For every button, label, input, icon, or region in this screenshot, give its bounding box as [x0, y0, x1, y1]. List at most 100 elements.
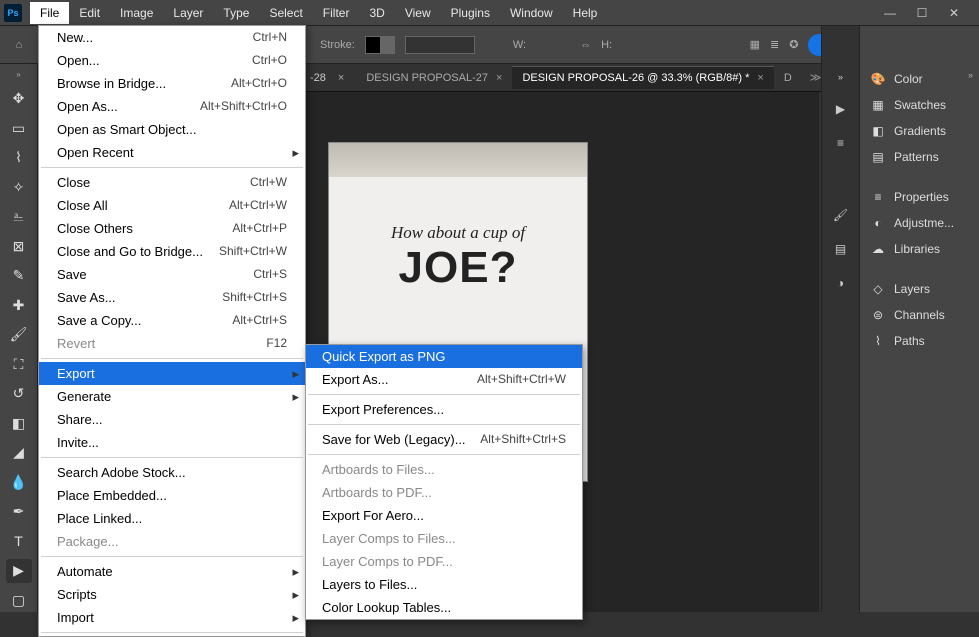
list-icon[interactable]: ≡ [837, 136, 844, 150]
menu-item-new-[interactable]: New...Ctrl+N [39, 26, 305, 49]
menu-3d[interactable]: 3D [359, 2, 394, 24]
gradient-tool-icon[interactable]: ◢ [6, 441, 32, 465]
menu-item-automate[interactable]: Automate [39, 560, 305, 583]
menu-item-shortcut: Alt+Ctrl+O [231, 76, 287, 91]
menu-item-label: Close and Go to Bridge... [57, 244, 203, 259]
lasso-tool-icon[interactable]: ⌇ [6, 146, 32, 170]
panel-channels[interactable]: ⊜Channels [860, 302, 979, 328]
menu-item-open-[interactable]: Open...Ctrl+O [39, 49, 305, 72]
panel-properties[interactable]: ≡Properties [860, 184, 979, 210]
menu-item-open-as-[interactable]: Open As...Alt+Shift+Ctrl+O [39, 95, 305, 118]
menu-select[interactable]: Select [259, 2, 312, 24]
menu-item-close[interactable]: CloseCtrl+W [39, 171, 305, 194]
document-tab-label: DESIGN PROPOSAL-27 [366, 72, 488, 84]
document-tab[interactable]: D [774, 66, 802, 89]
pen-tool-icon[interactable]: ✒ [6, 500, 32, 524]
menu-item-scripts[interactable]: Scripts [39, 583, 305, 606]
menu-edit[interactable]: Edit [69, 2, 110, 24]
close-tab-icon[interactable]: × [757, 72, 763, 84]
menu-item-import[interactable]: Import [39, 606, 305, 629]
panel-layers[interactable]: ◇Layers [860, 276, 979, 302]
heal-tool-icon[interactable]: ✚ [6, 294, 32, 318]
menu-file[interactable]: File [30, 2, 69, 24]
eyedropper-tool-icon[interactable]: ✎ [6, 264, 32, 288]
tab-partial-close[interactable]: × [328, 67, 354, 89]
menu-item-open-recent[interactable]: Open Recent [39, 141, 305, 164]
move-tool-icon[interactable]: ✥ [6, 87, 32, 111]
adjust-panel-icon[interactable]: ◑ [837, 276, 844, 290]
menu-item-share-[interactable]: Share... [39, 408, 305, 431]
menu-item-label: Generate [57, 389, 111, 404]
minimize-button[interactable]: — [883, 6, 897, 20]
submenu-item-label: Layer Comps to PDF... [322, 554, 453, 569]
menu-view[interactable]: View [395, 2, 441, 24]
maximize-button[interactable]: ☐ [915, 6, 929, 20]
path-select-tool-icon[interactable]: ▶ [6, 559, 32, 583]
history-brush-icon[interactable]: ↺ [6, 382, 32, 406]
expand-toolbox-icon[interactable]: » [16, 70, 20, 79]
menu-item-invite-[interactable]: Invite... [39, 431, 305, 454]
type-tool-icon[interactable]: T [6, 530, 32, 554]
menu-item-export[interactable]: Export [39, 362, 305, 385]
menu-item-generate[interactable]: Generate [39, 385, 305, 408]
panel-collapse-icon[interactable]: » [838, 72, 843, 82]
3d-icon[interactable]: ✪ [789, 38, 798, 51]
marquee-tool-icon[interactable]: ▭ [6, 117, 32, 141]
submenu-item-layers-to-files-[interactable]: Layers to Files... [306, 573, 582, 596]
stroke-width-select[interactable] [405, 36, 475, 54]
home-icon[interactable]: ⌂ [8, 34, 30, 56]
stroke-swatch[interactable] [365, 36, 395, 54]
menu-item-browse-in-bridge-[interactable]: Browse in Bridge...Alt+Ctrl+O [39, 72, 305, 95]
wand-tool-icon[interactable]: ✧ [6, 176, 32, 200]
panel-adjustme[interactable]: ◐Adjustme... [860, 210, 979, 236]
tool-palette: » ✥ ▭ ⌇ ✧ ⎁ ⊠ ✎ ✚ 🖌 ⛶ ↺ ◧ ◢ 💧 ✒ T ▶ ▢ [0, 64, 38, 612]
link-wh-icon[interactable]: ⇔ [580, 39, 591, 51]
submenu-item-export-as-[interactable]: Export As...Alt+Shift+Ctrl+W [306, 368, 582, 391]
stamp-tool-icon[interactable]: ⛶ [6, 353, 32, 377]
menu-item-open-as-smart-object-[interactable]: Open as Smart Object... [39, 118, 305, 141]
close-tab-icon[interactable]: × [496, 72, 502, 84]
panel-gradients[interactable]: ◧Gradients [860, 118, 979, 144]
menu-item-place-embedded-[interactable]: Place Embedded... [39, 484, 305, 507]
menu-window[interactable]: Window [500, 2, 563, 24]
menu-item-save[interactable]: SaveCtrl+S [39, 263, 305, 286]
submenu-item-color-lookup-tables-[interactable]: Color Lookup Tables... [306, 596, 582, 619]
menu-filter[interactable]: Filter [313, 2, 360, 24]
menu-item-save-as-[interactable]: Save As...Shift+Ctrl+S [39, 286, 305, 309]
document-tab[interactable]: DESIGN PROPOSAL-26 @ 33.3% (RGB/8#) *× [512, 66, 773, 89]
menu-layer[interactable]: Layer [163, 2, 213, 24]
menu-image[interactable]: Image [110, 2, 163, 24]
crop-tool-icon[interactable]: ⎁ [6, 205, 32, 229]
menu-type[interactable]: Type [213, 2, 259, 24]
panel-patterns[interactable]: ▤Patterns [860, 144, 979, 170]
menu-item-close-others[interactable]: Close OthersAlt+Ctrl+P [39, 217, 305, 240]
menu-plugins[interactable]: Plugins [441, 2, 500, 24]
arrange-icon[interactable]: ≣ [770, 38, 779, 51]
submenu-item-export-for-aero-[interactable]: Export For Aero... [306, 504, 582, 527]
play-icon[interactable]: ▶ [836, 102, 845, 116]
brush-panel-icon[interactable]: 🖌 [833, 208, 848, 222]
submenu-item-save-for-web-legacy-[interactable]: Save for Web (Legacy)...Alt+Shift+Ctrl+S [306, 428, 582, 451]
menu-item-close-all[interactable]: Close AllAlt+Ctrl+W [39, 194, 305, 217]
blur-tool-icon[interactable]: 💧 [6, 471, 32, 495]
close-window-button[interactable]: ✕ [947, 6, 961, 20]
panel-collapse-right-icon[interactable]: » [968, 70, 973, 80]
frame-tool-icon[interactable]: ⊠ [6, 235, 32, 259]
align-panel-icon[interactable]: ▤ [835, 242, 846, 256]
menu-item-search-adobe-stock-[interactable]: Search Adobe Stock... [39, 461, 305, 484]
menu-item-close-and-go-to-bridge-[interactable]: Close and Go to Bridge...Shift+Ctrl+W [39, 240, 305, 263]
brush-tool-icon[interactable]: 🖌 [6, 323, 32, 347]
panel-libraries[interactable]: ☁Libraries [860, 236, 979, 262]
menu-item-place-linked-[interactable]: Place Linked... [39, 507, 305, 530]
panel-color[interactable]: 🎨Color [860, 66, 979, 92]
align-icon[interactable]: ▦ [750, 38, 760, 51]
rectangle-tool-icon[interactable]: ▢ [6, 589, 32, 613]
panel-swatches[interactable]: ▦Swatches [860, 92, 979, 118]
submenu-item-quick-export-as-png[interactable]: Quick Export as PNG [306, 345, 582, 368]
menu-help[interactable]: Help [563, 2, 608, 24]
menu-item-save-a-copy-[interactable]: Save a Copy...Alt+Ctrl+S [39, 309, 305, 332]
submenu-item-export-preferences-[interactable]: Export Preferences... [306, 398, 582, 421]
eraser-tool-icon[interactable]: ◧ [6, 412, 32, 436]
document-tab[interactable]: DESIGN PROPOSAL-27 × [356, 66, 512, 89]
panel-paths[interactable]: ⌇Paths [860, 328, 979, 354]
